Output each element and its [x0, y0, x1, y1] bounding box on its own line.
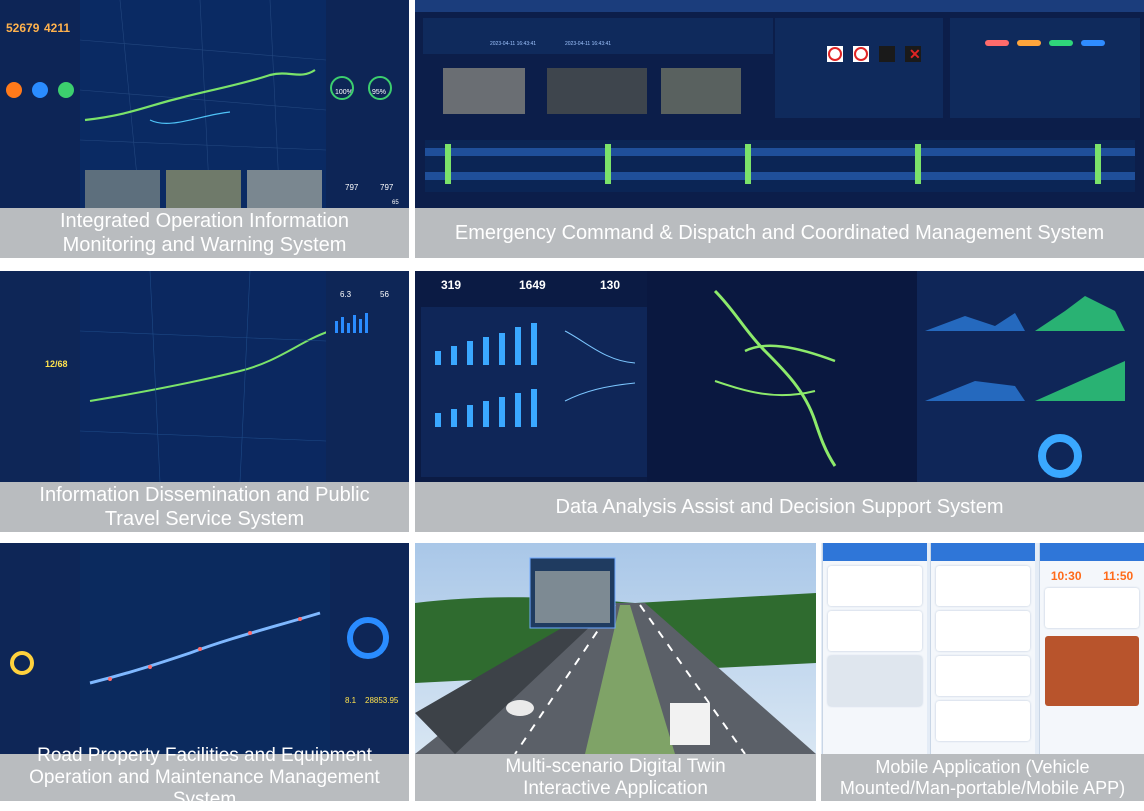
caption-information-dissemination: Information Dissemination and Public Trav…: [0, 482, 409, 532]
time-2: 11:50: [1103, 569, 1134, 583]
readout-2: 6.3: [340, 290, 352, 299]
caption-emergency-command: Emergency Command & Dispatch and Coordin…: [415, 208, 1144, 258]
caption-integrated-operation: Integrated Operation Information Monitori…: [0, 208, 409, 258]
caption-road-property: Road Property Facilities and Equipment Op…: [0, 745, 409, 810]
mobile-app-screenshot: 10:30 11:50: [821, 543, 1144, 754]
kpi-a: 319: [441, 278, 461, 292]
emergency-command-screenshot: 2023-04-11 16:43:41 2023-04-11 16:43:41 …: [415, 0, 1144, 208]
timestamp-1: 2023-04-11 16:43:41: [490, 41, 536, 47]
kpi-c: 130: [600, 278, 620, 292]
phone-header: [823, 543, 927, 561]
timestamp-2: 2023-04-11 16:43:41: [565, 41, 611, 47]
integrated-operation-screenshot: 52679 4211 100% 95% 797 797 65: [0, 0, 409, 208]
readout-3: 56: [380, 290, 389, 299]
counter-3: 65: [392, 200, 399, 206]
phone-screen-1: [822, 543, 927, 754]
phone-screen-2: [930, 543, 1035, 754]
kpi-1: 52679: [6, 21, 40, 35]
information-dissemination-screenshot: 12/68 6.3 56: [0, 271, 409, 482]
phone-screen-3: 10:30 11:50: [1039, 543, 1144, 754]
time-1: 10:30: [1050, 569, 1082, 583]
phone-header: [931, 543, 1035, 561]
kpi-b: 1649: [519, 278, 546, 292]
caption-mobile-app: Mobile Application (Vehicle Mounted/Man-p…: [821, 754, 1144, 801]
readout-1: 12/68: [45, 359, 68, 369]
kpi-2: 4211: [44, 21, 70, 35]
readout-b: 8.1: [345, 696, 357, 705]
gauge-2: 95%: [372, 89, 386, 96]
svg-text:✕: ✕: [909, 46, 921, 62]
incident-photo: [1045, 636, 1139, 706]
readout-a: 28853.95: [365, 696, 399, 705]
phone-header: [1040, 543, 1144, 561]
counter-2: 797: [380, 183, 394, 192]
counter-1: 797: [345, 183, 359, 192]
caption-digital-twin: Multi-scenario Digital Twin Interactive A…: [415, 754, 816, 801]
digital-twin-screenshot: [415, 543, 816, 754]
data-analysis-screenshot: 319 1649 130: [415, 271, 1144, 482]
road-property-screenshot: 28853.95 8.1: [0, 543, 409, 754]
caption-data-analysis: Data Analysis Assist and Decision Suppor…: [415, 482, 1144, 532]
